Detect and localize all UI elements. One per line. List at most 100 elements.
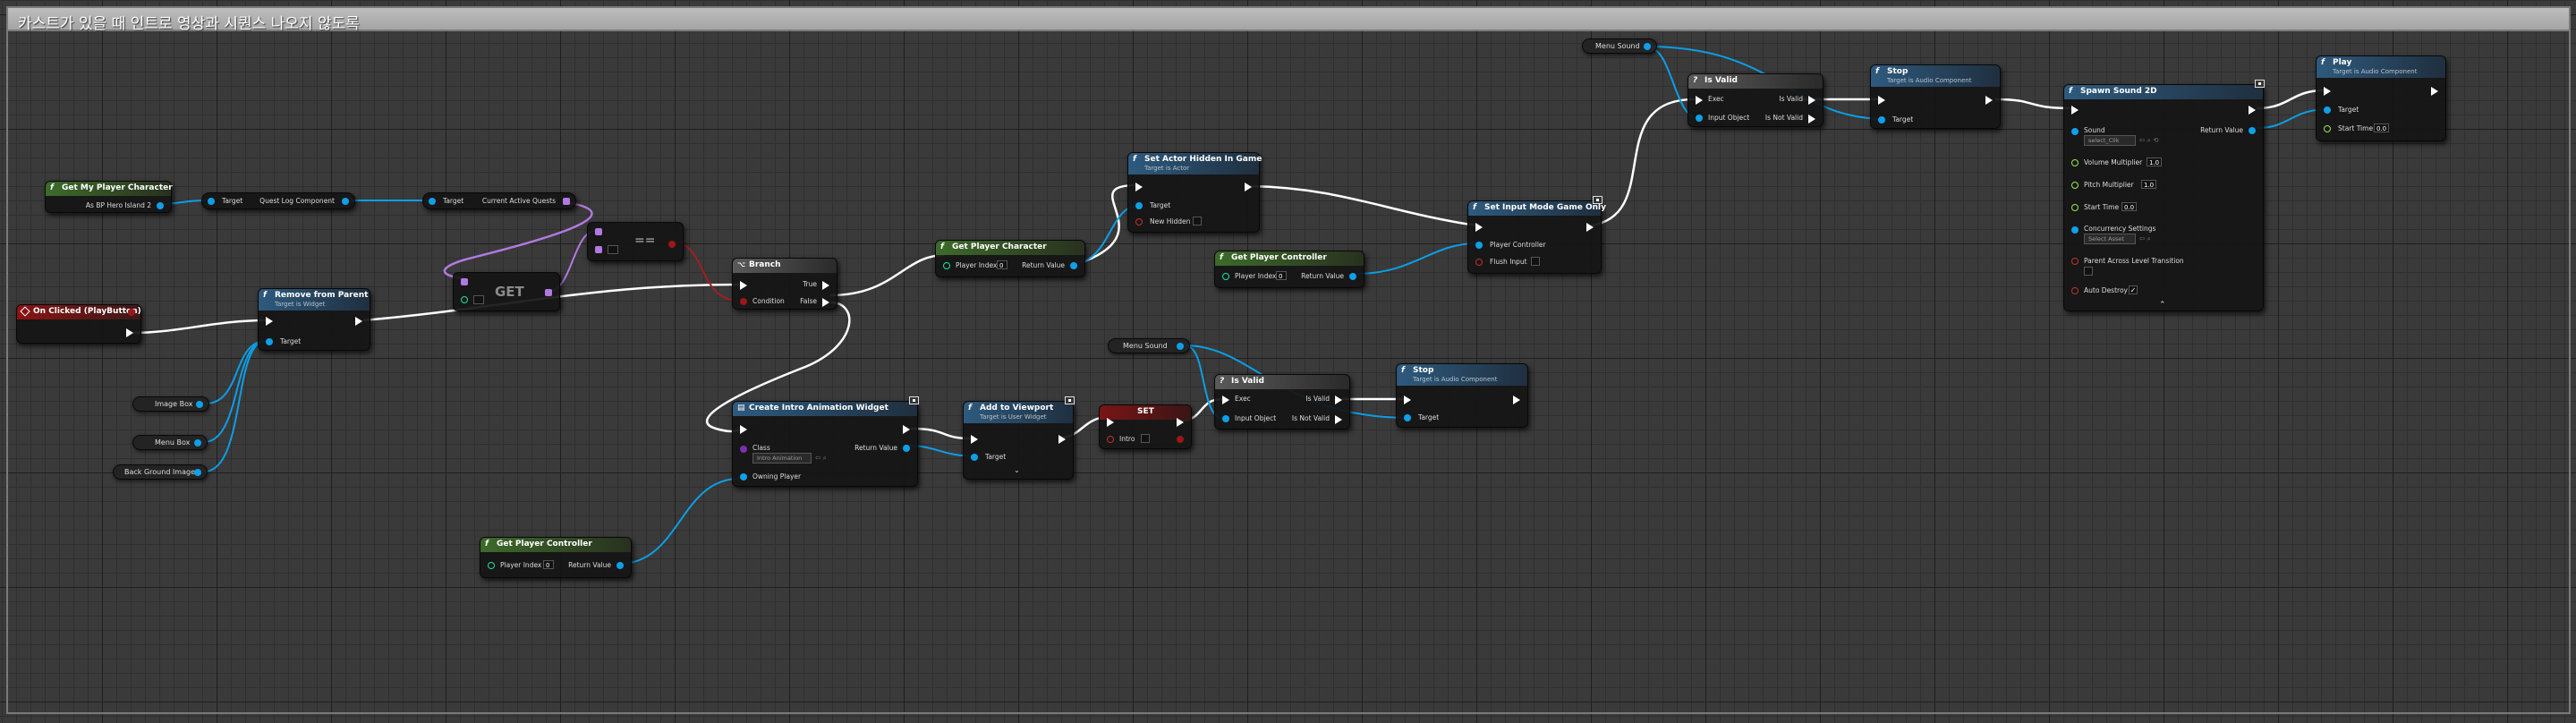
exec-input-pin[interactable]: [2324, 87, 2331, 96]
new-hidden-checkbox[interactable]: [1193, 217, 1202, 225]
output-pin[interactable]: [194, 469, 201, 476]
exec-output-pin[interactable]: [126, 328, 133, 337]
create-widget-node[interactable]: ▤ Create Intro Animation Widget ▪ Class …: [732, 396, 919, 487]
input-object-pin[interactable]: [1696, 115, 1703, 122]
parent-across-level-pin[interactable]: [2071, 258, 2079, 265]
player-index-pin[interactable]: [488, 562, 495, 569]
start-time-value[interactable]: 0.0: [2374, 123, 2390, 132]
bool-output-pin[interactable]: [668, 241, 676, 248]
is-not-valid-exec-pin[interactable]: [1808, 115, 1815, 123]
flush-input-checkbox[interactable]: [1531, 257, 1540, 266]
play-node[interactable]: f Play Target is Audio Component Target …: [2316, 55, 2446, 141]
pitch-pin[interactable]: [2071, 182, 2079, 189]
delegate-pin[interactable]: [128, 309, 135, 316]
equals-node[interactable]: ==: [587, 222, 684, 261]
start-time-pin[interactable]: [2071, 204, 2079, 211]
exec-input-pin[interactable]: [740, 425, 747, 434]
exec-input-pin[interactable]: [1404, 396, 1411, 404]
owning-player-pin[interactable]: [740, 473, 747, 481]
index-pin[interactable]: [461, 296, 468, 303]
stop-node[interactable]: f Stop Target is Audio Component Target: [1870, 64, 2001, 129]
player-index-value[interactable]: 0: [997, 260, 1007, 269]
get-player-controller-node[interactable]: f Get Player Controller Player Index 0 R…: [1214, 251, 1365, 288]
return-value-pin[interactable]: [1070, 262, 1077, 269]
exec-output-pin[interactable]: [1245, 183, 1252, 191]
exec-input-pin[interactable]: [1878, 96, 1885, 105]
exec-output-pin[interactable]: [355, 317, 362, 326]
target-pin[interactable]: [1878, 116, 1885, 123]
parent-across-level-checkbox[interactable]: [2084, 267, 2093, 276]
target-pin[interactable]: [971, 454, 978, 461]
browse-icons[interactable]: ⇦ ⌕ ⟲: [2139, 136, 2159, 145]
output-pin[interactable]: [1644, 43, 1651, 50]
start-time-pin[interactable]: [2324, 125, 2331, 132]
concurrency-dropdown[interactable]: Select Asset: [2084, 234, 2136, 244]
player-index-value[interactable]: 0: [1276, 271, 1287, 280]
exec-output-pin[interactable]: [903, 425, 910, 434]
auto-destroy-pin[interactable]: [2071, 287, 2079, 294]
class-dropdown[interactable]: Intro Animation: [752, 453, 812, 464]
true-exec-pin[interactable]: [822, 281, 829, 290]
exec-input-pin[interactable]: [1696, 96, 1703, 105]
branch-node[interactable]: ⌥ Branch Condition True False: [732, 258, 837, 310]
player-index-pin[interactable]: [943, 262, 950, 269]
menu-box-variable[interactable]: Menu Box: [132, 435, 208, 450]
start-time-value[interactable]: 0.0: [2121, 202, 2138, 211]
exec-output-pin[interactable]: [1513, 396, 1520, 404]
output-pin[interactable]: [1177, 343, 1184, 350]
exec-output-pin[interactable]: [1985, 96, 1993, 105]
exec-output-pin[interactable]: [2249, 106, 2256, 115]
spawn-sound-2d-node[interactable]: f Spawn Sound 2D ▪ Sound select_Clik ⇦ ⌕…: [2063, 80, 2265, 311]
image-box-variable[interactable]: Image Box: [132, 396, 209, 412]
is-valid-node[interactable]: ? Is Valid Exec Input Object Is Valid Is…: [1688, 73, 1824, 127]
collapse-arrow-icon[interactable]: ⌃: [2159, 301, 2166, 310]
quest-log-component-node[interactable]: Target Quest Log Component: [201, 192, 355, 209]
blueprint-graph[interactable]: 카스트가 있을 때 인트로 영상과 시퀀스 나오지 않도록 f Get My P…: [0, 0, 2576, 723]
sound-dropdown[interactable]: select_Clik: [2084, 135, 2136, 146]
exec-output-pin[interactable]: [1177, 418, 1184, 427]
target-pin[interactable]: [1135, 202, 1143, 209]
stop-node[interactable]: f Stop Target is Audio Component Target: [1396, 363, 1528, 428]
player-index-value[interactable]: 0: [543, 560, 554, 569]
exec-input-pin[interactable]: [2071, 106, 2079, 115]
target-pin[interactable]: [2324, 106, 2331, 114]
menu-sound-variable[interactable]: Menu Sound: [1582, 38, 1657, 54]
sound-pin[interactable]: [2071, 128, 2079, 135]
menu-sound-variable[interactable]: Menu Sound: [1108, 338, 1190, 353]
get-player-controller-node[interactable]: f Get Player Controller Player Index 0 R…: [480, 537, 632, 578]
return-value-pin[interactable]: [2249, 127, 2256, 134]
concurrency-pin[interactable]: [2071, 226, 2079, 234]
volume-pin[interactable]: [2071, 159, 2079, 166]
get-array-node[interactable]: GET: [453, 272, 560, 311]
browse-icons[interactable]: ⇦ ⌕: [815, 454, 827, 463]
index-box[interactable]: [473, 295, 484, 304]
is-valid-node[interactable]: ? Is Valid Exec Input Object Is Valid Is…: [1214, 374, 1350, 430]
flush-input-pin[interactable]: [1475, 259, 1483, 266]
exec-output-pin[interactable]: [2431, 87, 2438, 96]
browse-icons[interactable]: ⇦ ⌕: [2139, 234, 2151, 243]
target-pin[interactable]: [429, 198, 436, 205]
auto-destroy-checkbox[interactable]: ✓: [2129, 285, 2138, 294]
exec-output-pin[interactable]: [1586, 223, 1594, 232]
set-intro-node[interactable]: SET Intro: [1099, 404, 1192, 449]
exec-input-pin[interactable]: [266, 317, 273, 326]
expand-arrow-icon[interactable]: ⌄: [1014, 466, 1020, 474]
value-box[interactable]: [608, 245, 618, 254]
target-pin[interactable]: [208, 198, 215, 205]
volume-value[interactable]: 1.0: [2147, 157, 2163, 166]
array-output-pin[interactable]: [563, 198, 570, 205]
get-player-character-node[interactable]: f Get Player Character Player Index 0 Re…: [935, 240, 1085, 277]
is-valid-exec-pin[interactable]: [1335, 396, 1342, 404]
set-actor-hidden-node[interactable]: f Set Actor Hidden In Game Target is Act…: [1127, 152, 1262, 233]
player-controller-pin[interactable]: [1475, 242, 1483, 249]
exec-input-pin[interactable]: [740, 281, 747, 290]
pitch-value[interactable]: 1.0: [2141, 180, 2157, 189]
background-image-variable[interactable]: Back Ground Image: [113, 464, 208, 480]
is-not-valid-exec-pin[interactable]: [1335, 415, 1342, 424]
return-value-pin[interactable]: [1349, 273, 1356, 280]
on-clicked-event-node[interactable]: On Clicked (PlayButton): [16, 304, 141, 344]
player-index-pin[interactable]: [1222, 273, 1229, 280]
class-pin[interactable]: [740, 446, 747, 453]
new-hidden-pin[interactable]: [1135, 218, 1143, 225]
exec-input-pin[interactable]: [1222, 396, 1229, 404]
